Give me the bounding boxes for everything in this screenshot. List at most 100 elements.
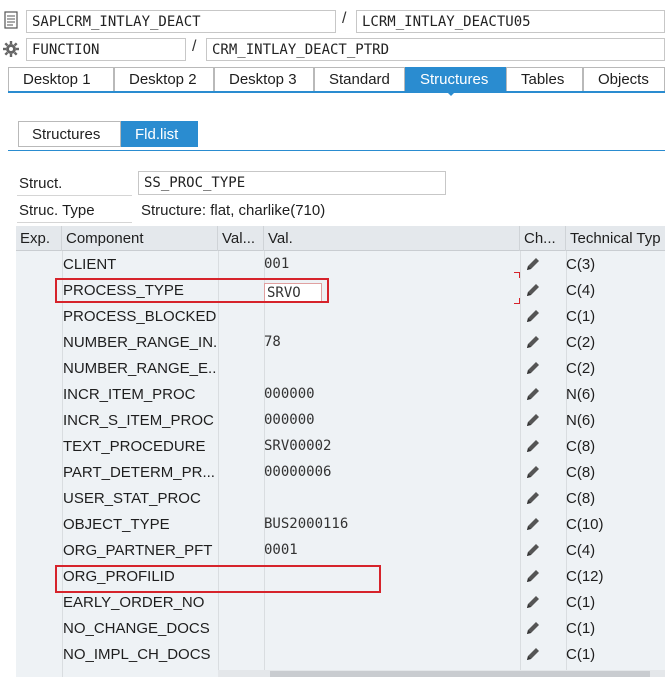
- component-name: NO_CHANGE_DOCS: [63, 619, 210, 637]
- tab-desktop-2[interactable]: Desktop 2: [114, 67, 214, 91]
- technical-type: N(6): [566, 411, 596, 429]
- main-tab-strip: Desktop 1 Desktop 2 Desktop 3 Standard S…: [8, 67, 665, 93]
- technical-type: C(8): [566, 437, 596, 455]
- pencil-icon[interactable]: [520, 511, 546, 537]
- component-name: USER_STAT_PROC: [63, 489, 201, 507]
- pencil-icon[interactable]: [520, 485, 546, 511]
- table-row[interactable]: INCR_S_ITEM_PROC 000000 N(6): [16, 407, 665, 433]
- table-row[interactable]: NUMBER_RANGE_E... C(2): [16, 355, 665, 381]
- tab-desktop-3[interactable]: Desktop 3: [214, 67, 314, 91]
- pencil-icon[interactable]: [520, 563, 546, 589]
- value-cell[interactable]: [264, 303, 514, 329]
- value-cell[interactable]: [264, 641, 514, 667]
- pencil-icon[interactable]: [520, 641, 546, 667]
- document-icon: [0, 9, 22, 31]
- column-technical-type[interactable]: Technical Typ: [566, 226, 665, 251]
- pencil-icon[interactable]: [520, 589, 546, 615]
- tab-objects[interactable]: Objects: [583, 67, 665, 91]
- pencil-icon[interactable]: [520, 355, 546, 381]
- technical-type: C(8): [566, 489, 596, 507]
- include-field[interactable]: LCRM_INTLAY_DEACTU05: [356, 10, 665, 33]
- column-value[interactable]: Val.: [264, 226, 520, 251]
- value-cell[interactable]: BUS2000116: [264, 511, 514, 537]
- component-name: INCR_S_ITEM_PROC: [63, 411, 214, 429]
- pencil-icon[interactable]: [520, 433, 546, 459]
- technical-type: C(1): [566, 307, 596, 325]
- table-row[interactable]: CLIENT 001 C(3): [16, 251, 665, 277]
- tab-standard[interactable]: Standard: [314, 67, 405, 91]
- value-cell[interactable]: 000000: [264, 407, 514, 433]
- component-name: INCR_ITEM_PROC: [63, 385, 196, 403]
- struct-name-field[interactable]: SS_PROC_TYPE: [138, 171, 446, 195]
- pencil-icon[interactable]: [520, 329, 546, 355]
- event-type-field[interactable]: FUNCTION: [26, 38, 186, 61]
- technical-type: N(6): [566, 385, 596, 403]
- table-row[interactable]: PART_DETERM_PR... 00000006 C(8): [16, 459, 665, 485]
- pencil-icon[interactable]: [520, 537, 546, 563]
- value-cell[interactable]: 0001: [264, 537, 514, 563]
- label-underline: [17, 222, 132, 223]
- table-row[interactable]: INCR_ITEM_PROC 000000 N(6): [16, 381, 665, 407]
- technical-type: C(8): [566, 463, 596, 481]
- function-name-field[interactable]: CRM_INTLAY_DEACT_PTRD: [206, 38, 665, 61]
- technical-type: C(1): [566, 645, 596, 663]
- subtab-field-list[interactable]: Fld.list: [121, 121, 198, 147]
- technical-type: C(1): [566, 619, 596, 637]
- component-name: PART_DETERM_PR...: [63, 463, 215, 481]
- struct-type-label: Struc. Type: [19, 202, 95, 219]
- pencil-icon[interactable]: [520, 277, 546, 303]
- event-row: [0, 37, 22, 61]
- horizontal-scrollbar[interactable]: [218, 670, 665, 677]
- pencil-icon[interactable]: [520, 407, 546, 433]
- value-cell[interactable]: [264, 485, 514, 511]
- technical-type: C(4): [566, 281, 596, 299]
- scrollbar-thumb[interactable]: [270, 671, 650, 677]
- value-cell[interactable]: [264, 355, 514, 381]
- subtab-structures[interactable]: Structures: [18, 121, 121, 147]
- pencil-icon[interactable]: [520, 615, 546, 641]
- column-component[interactable]: Component: [62, 226, 218, 251]
- technical-type: C(1): [566, 593, 596, 611]
- table-row[interactable]: OBJECT_TYPE BUS2000116 C(10): [16, 511, 665, 537]
- component-name: PROCESS_BLOCKED: [63, 307, 217, 325]
- pencil-icon[interactable]: [520, 303, 546, 329]
- process-type-highlight: [55, 278, 329, 303]
- column-value-type[interactable]: Val...: [218, 226, 264, 251]
- column-expand[interactable]: Exp.: [16, 226, 62, 251]
- sub-tab-strip: Structures Fld.list: [18, 121, 198, 147]
- org-profilid-highlight: [55, 565, 381, 593]
- table-row[interactable]: NO_IMPL_CH_DOCS C(1): [16, 641, 665, 667]
- value-cell[interactable]: [264, 615, 514, 641]
- value-cell[interactable]: 001: [264, 251, 514, 277]
- component-name: CLIENT: [63, 255, 117, 273]
- tab-structures[interactable]: Structures: [405, 67, 506, 91]
- value-cell[interactable]: 000000: [264, 381, 514, 407]
- struct-label: Struct.: [19, 175, 63, 192]
- value-cell[interactable]: 00000006: [264, 459, 514, 485]
- table-row[interactable]: NO_CHANGE_DOCS C(1): [16, 615, 665, 641]
- component-name: NO_IMPL_CH_DOCS: [63, 645, 211, 663]
- technical-type: C(2): [566, 333, 596, 351]
- sub-tab-divider: [8, 150, 665, 151]
- value-cell[interactable]: 78: [264, 329, 514, 355]
- technical-type: C(3): [566, 255, 596, 273]
- pencil-icon[interactable]: [520, 459, 546, 485]
- tab-desktop-1[interactable]: Desktop 1: [8, 67, 114, 91]
- value-cell[interactable]: SRV00002: [264, 433, 514, 459]
- cell-corner-mark: [514, 272, 520, 278]
- program-field[interactable]: SAPLCRM_INTLAY_DEACT: [26, 10, 336, 33]
- table-row[interactable]: TEXT_PROCEDURE SRV00002 C(8): [16, 433, 665, 459]
- pencil-icon[interactable]: [520, 381, 546, 407]
- tab-tables[interactable]: Tables: [506, 67, 583, 91]
- table-row[interactable]: PROCESS_BLOCKED C(1): [16, 303, 665, 329]
- technical-type: C(2): [566, 359, 596, 377]
- column-change[interactable]: Ch...: [520, 226, 566, 251]
- table-row[interactable]: USER_STAT_PROC C(8): [16, 485, 665, 511]
- active-tab-pointer: [446, 91, 456, 96]
- component-name: ORG_PARTNER_PFT: [63, 541, 213, 559]
- cell-corner-mark: [514, 298, 520, 304]
- pencil-icon[interactable]: [520, 251, 546, 277]
- technical-type: C(4): [566, 541, 596, 559]
- table-row[interactable]: ORG_PARTNER_PFT 0001 C(4): [16, 537, 665, 563]
- table-row[interactable]: NUMBER_RANGE_IN... 78 C(2): [16, 329, 665, 355]
